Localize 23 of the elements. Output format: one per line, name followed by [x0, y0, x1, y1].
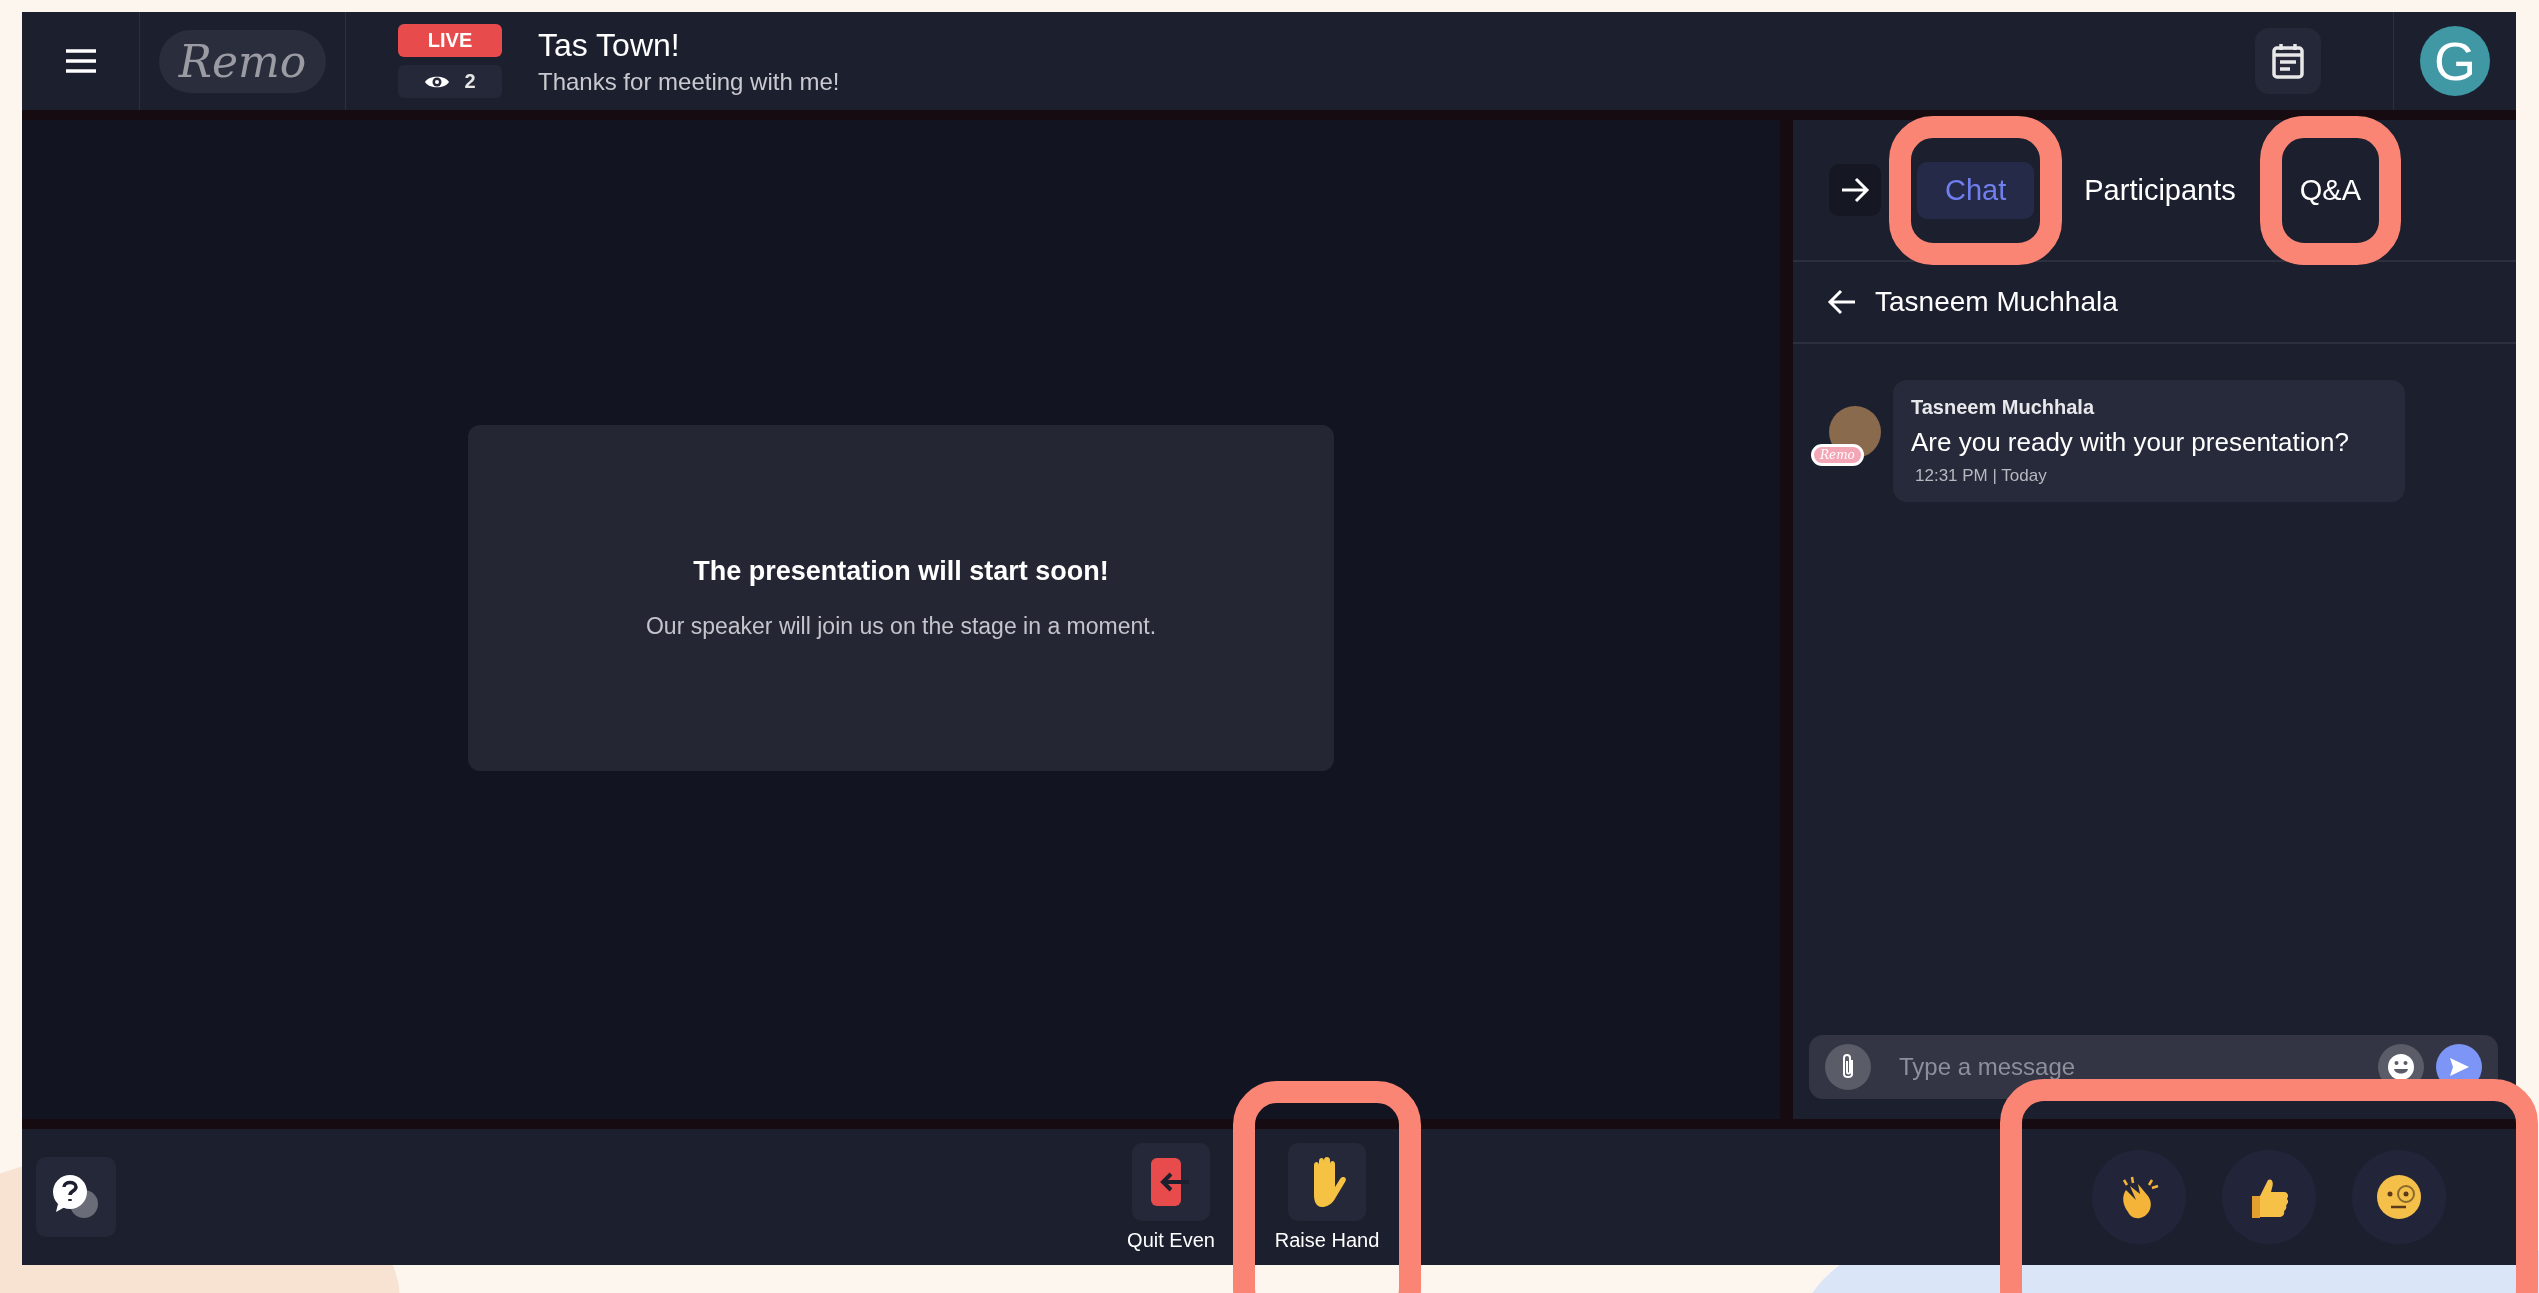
message-time: 12:31 PM | Today: [1914, 466, 2048, 486]
message-field[interactable]: Type a message: [1897, 1052, 2366, 1082]
monocle-face-icon: [2374, 1172, 2424, 1222]
stage-heading: The presentation will start soon!: [693, 555, 1109, 587]
panel-tab[interactable]: Participants: [2070, 161, 2250, 219]
back-arrow-icon[interactable]: [1827, 289, 1857, 315]
calendar-icon[interactable]: [2255, 28, 2321, 94]
logo: Remo: [158, 29, 327, 93]
panel-tab[interactable]: Q&A: [2285, 161, 2376, 219]
event-title: Tas Town!: [538, 26, 681, 64]
panel-tab[interactable]: Chat: [1917, 161, 2035, 219]
exit-icon: [1151, 1157, 1191, 1206]
stage-message: Our speaker will join us on the stage in a moment.: [645, 612, 1157, 640]
event-subtitle: Thanks for meeting with me!: [538, 67, 840, 96]
viewer-count: 2: [398, 65, 502, 98]
conversation-title: Tasneem Muchhala: [1875, 286, 2118, 318]
paperclip-icon[interactable]: [1825, 1044, 1871, 1090]
message-sender: Tasneem Muchhala: [1911, 396, 2096, 419]
message-text: Are you ready with your presentation?: [1911, 427, 2349, 458]
help-chat-icon[interactable]: [36, 1157, 116, 1237]
live-badge: LIVE: [398, 24, 502, 57]
arrow-right-icon[interactable]: [1829, 164, 1881, 216]
sender-badge: Remo: [1811, 444, 1864, 466]
